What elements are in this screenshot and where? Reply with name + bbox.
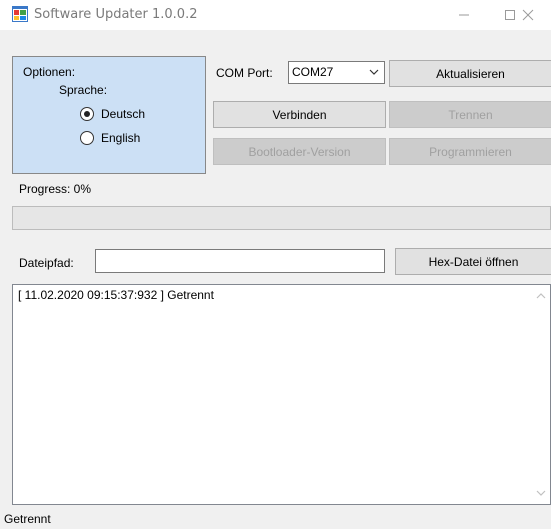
minimize-icon bbox=[459, 14, 469, 16]
com-port-select[interactable]: COM27 bbox=[288, 61, 385, 84]
progress-bar bbox=[12, 206, 551, 230]
open-hex-file-button[interactable]: Hex-Datei öffnen bbox=[395, 248, 551, 275]
close-button[interactable] bbox=[505, 0, 551, 30]
chevron-down-icon[interactable] bbox=[368, 66, 380, 78]
minimize-button[interactable] bbox=[441, 0, 487, 30]
bootloader-version-button-label: Bootloader-Version bbox=[248, 144, 351, 159]
radio-deutsch[interactable]: Deutsch bbox=[80, 107, 145, 121]
scroll-up-icon[interactable] bbox=[535, 291, 547, 301]
app-window: Software Updater 1.0.0.2 Optionen: Sprac… bbox=[0, 0, 551, 529]
status-bar: Getrennt bbox=[0, 507, 551, 529]
open-hex-file-button-label: Hex-Datei öffnen bbox=[428, 254, 519, 269]
refresh-button[interactable]: Aktualisieren bbox=[389, 60, 551, 87]
connect-button-label: Verbinden bbox=[272, 107, 327, 122]
bootloader-version-button[interactable]: Bootloader-Version bbox=[213, 138, 386, 165]
options-group: Optionen: Sprache: Deutsch English bbox=[12, 56, 206, 174]
language-label: Sprache: bbox=[59, 83, 108, 97]
radio-deutsch-label: Deutsch bbox=[101, 107, 146, 121]
program-button-label: Programmieren bbox=[429, 144, 512, 159]
radio-button-checked[interactable] bbox=[80, 107, 94, 121]
app-window-icon bbox=[12, 6, 28, 22]
radio-dot bbox=[84, 111, 90, 117]
window-title: Software Updater 1.0.0.2 bbox=[34, 7, 198, 22]
radio-english[interactable]: English bbox=[80, 131, 140, 145]
radio-button-unchecked[interactable] bbox=[80, 131, 94, 145]
radio-english-label: English bbox=[101, 131, 141, 145]
file-path-input[interactable] bbox=[95, 249, 385, 273]
com-port-value: COM27 bbox=[292, 65, 334, 79]
file-path-label: Dateipfad: bbox=[19, 256, 74, 270]
options-label: Optionen: bbox=[23, 65, 76, 79]
program-button[interactable]: Programmieren bbox=[389, 138, 551, 165]
status-text: Getrennt bbox=[4, 512, 51, 526]
disconnect-button-label: Trennen bbox=[448, 107, 493, 122]
connect-button[interactable]: Verbinden bbox=[213, 101, 386, 128]
log-output[interactable]: [ 11.02.2020 09:15:37:932 ] Getrennt bbox=[12, 284, 551, 505]
scroll-down-icon[interactable] bbox=[535, 488, 547, 498]
disconnect-button[interactable]: Trennen bbox=[389, 101, 551, 128]
close-icon bbox=[522, 9, 534, 21]
title-bar[interactable]: Software Updater 1.0.0.2 bbox=[0, 0, 551, 30]
progress-label: Progress: 0% bbox=[19, 182, 92, 196]
refresh-button-label: Aktualisieren bbox=[436, 66, 505, 81]
com-port-label: COM Port: bbox=[216, 66, 273, 80]
log-text: [ 11.02.2020 09:15:37:932 ] Getrennt bbox=[18, 288, 214, 302]
